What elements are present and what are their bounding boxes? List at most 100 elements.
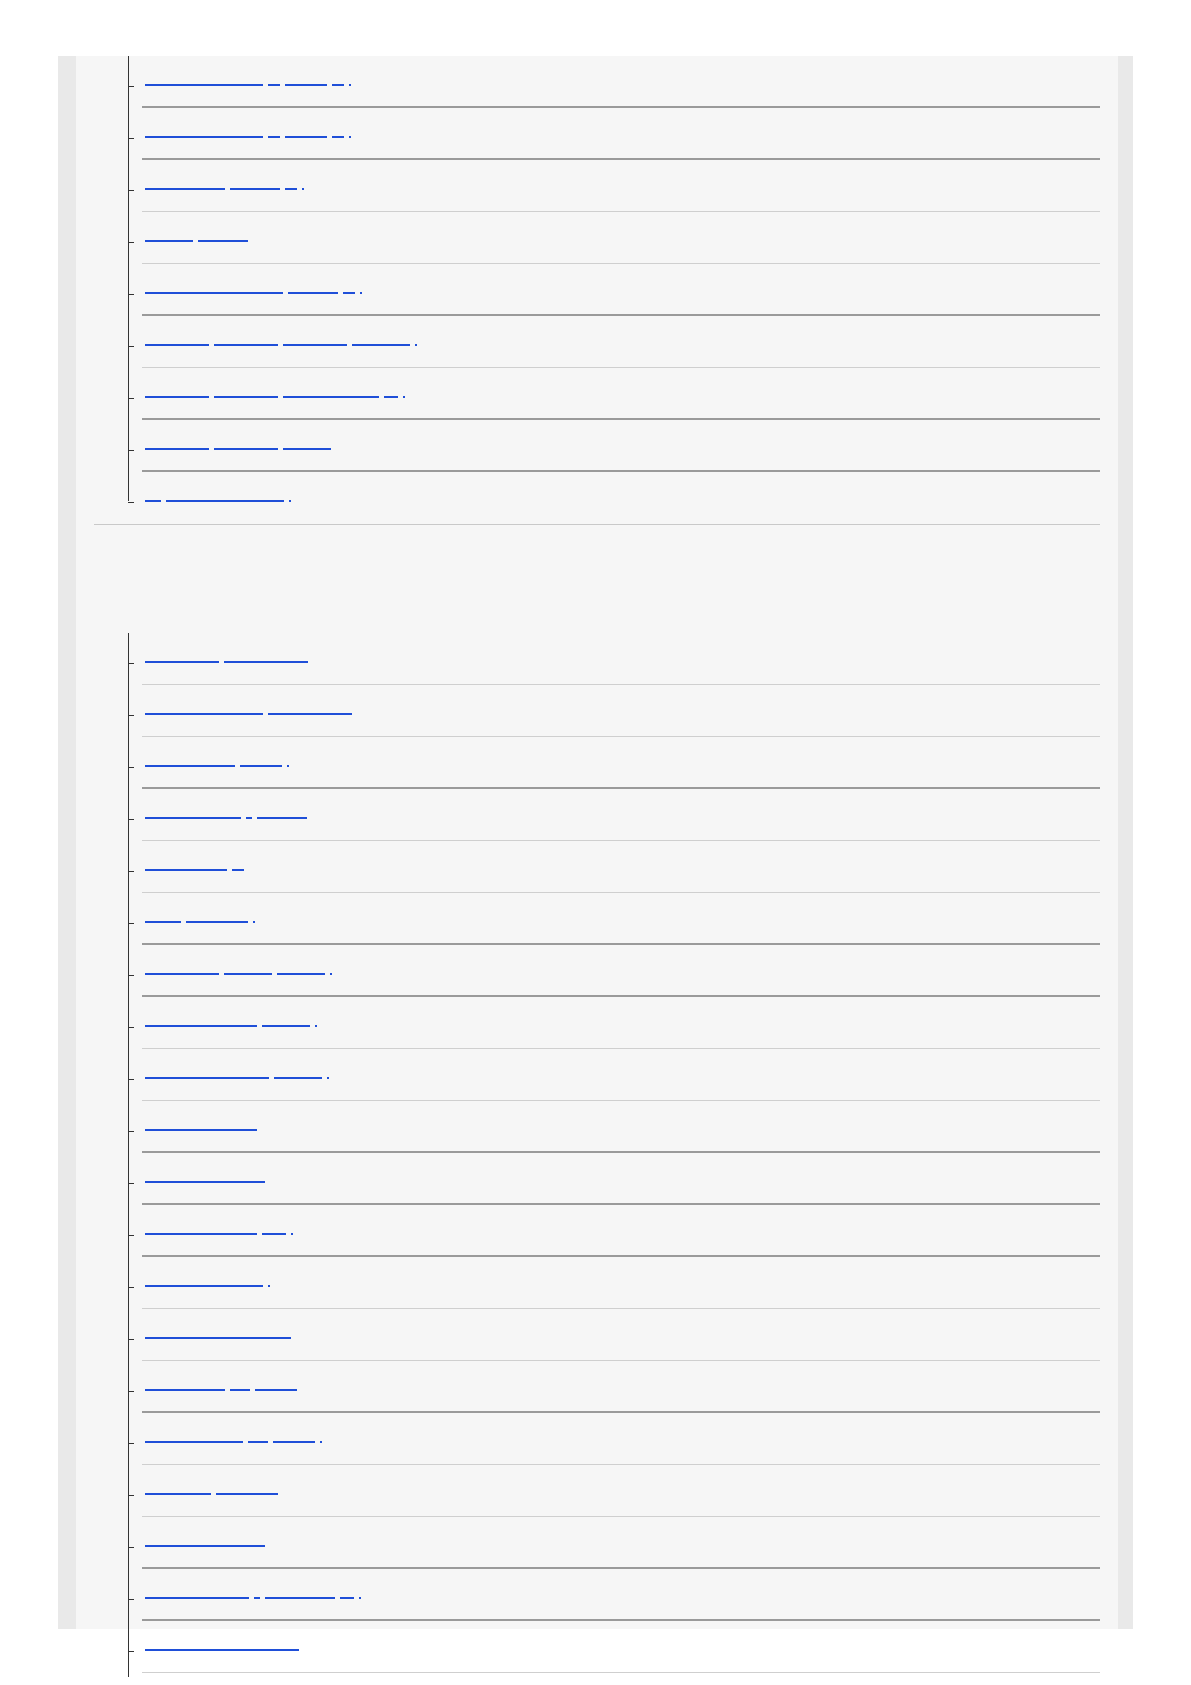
tree-tick <box>128 1443 134 1444</box>
list-item <box>76 685 1118 737</box>
link-underline-segment <box>277 973 325 975</box>
link-period <box>349 84 351 86</box>
link-underline-segment <box>145 1233 257 1235</box>
link-underline-segment <box>216 1493 278 1495</box>
topic-link[interactable] <box>145 808 312 819</box>
link-underline-segment <box>285 136 327 138</box>
link-underline-segment <box>145 1441 243 1443</box>
topic-link[interactable] <box>145 1172 270 1183</box>
link-period <box>415 344 417 346</box>
link-period <box>320 1441 322 1443</box>
topic-link[interactable] <box>145 1016 319 1027</box>
tree-tick <box>128 1183 134 1184</box>
link-underline-segment <box>230 1389 250 1391</box>
tree-tick <box>128 1027 134 1028</box>
tree-tick <box>128 923 134 924</box>
link-underline-segment <box>214 448 278 450</box>
link-period <box>327 1077 329 1079</box>
link-underline-segment <box>268 136 280 138</box>
tree-tick <box>128 1287 134 1288</box>
topic-link[interactable] <box>145 964 334 975</box>
topic-link[interactable] <box>145 1276 272 1287</box>
link-underline-segment <box>283 396 379 398</box>
link-underline-segment <box>262 1233 286 1235</box>
link-period <box>268 1285 270 1287</box>
topic-link[interactable] <box>145 1484 283 1495</box>
tree-tick <box>128 138 134 139</box>
topic-link[interactable] <box>145 1588 363 1599</box>
tree-tick <box>128 1599 134 1600</box>
link-period <box>291 1233 293 1235</box>
topic-link[interactable] <box>145 1120 262 1131</box>
topic-link[interactable] <box>145 1068 331 1079</box>
list-item <box>76 1621 1118 1673</box>
link-period <box>287 765 289 767</box>
topic-link[interactable] <box>145 1328 296 1339</box>
link-period <box>302 188 304 190</box>
link-underline-segment <box>240 765 282 767</box>
topic-link[interactable] <box>145 491 293 502</box>
list-item <box>76 56 1118 108</box>
link-underline-segment <box>145 188 225 190</box>
tree-tick <box>128 975 134 976</box>
topic-link[interactable] <box>145 75 353 86</box>
topic-link[interactable] <box>145 1380 302 1391</box>
link-underline-segment <box>166 500 284 502</box>
topic-link[interactable] <box>145 652 313 663</box>
topic-link[interactable] <box>145 127 353 138</box>
link-underline-segment <box>145 1129 257 1131</box>
link-underline-segment <box>265 1597 335 1599</box>
link-underline-segment <box>332 136 344 138</box>
link-underline-segment <box>145 136 263 138</box>
tree-tick <box>128 1235 134 1236</box>
topic-link[interactable] <box>145 387 407 398</box>
link-period <box>330 973 332 975</box>
tree-tick <box>128 1079 134 1080</box>
link-underline-segment <box>268 84 280 86</box>
link-period <box>315 1025 317 1027</box>
topic-link[interactable] <box>145 704 357 715</box>
link-underline-segment <box>145 1493 211 1495</box>
link-underline-segment <box>145 1597 249 1599</box>
list-item <box>76 212 1118 264</box>
link-underline-segment <box>145 869 227 871</box>
link-underline-segment <box>186 921 248 923</box>
row-divider <box>142 1672 1100 1673</box>
topic-link[interactable] <box>145 179 306 190</box>
list-item <box>76 633 1118 685</box>
link-underline-segment <box>198 240 248 242</box>
list-item <box>76 1205 1118 1257</box>
link-underline-segment <box>145 973 219 975</box>
topic-link[interactable] <box>145 912 257 923</box>
topic-link[interactable] <box>145 1640 304 1651</box>
link-underline-segment <box>214 396 278 398</box>
list-item <box>76 789 1118 841</box>
link-period <box>253 921 255 923</box>
list-item <box>76 1569 1118 1621</box>
link-underline-segment <box>283 344 347 346</box>
link-underline-segment <box>332 84 344 86</box>
link-underline-segment <box>268 713 352 715</box>
topic-link[interactable] <box>145 231 253 242</box>
link-underline-segment <box>145 817 241 819</box>
link-underline-segment <box>246 817 252 819</box>
list-item <box>76 368 1118 420</box>
tree-tick <box>128 1651 134 1652</box>
topic-link[interactable] <box>145 283 364 294</box>
topic-link[interactable] <box>145 335 419 346</box>
topic-link[interactable] <box>145 1224 295 1235</box>
tree-tick <box>128 1547 134 1548</box>
topic-link[interactable] <box>145 756 291 767</box>
link-underline-segment <box>145 1337 291 1339</box>
topic-link[interactable] <box>145 439 336 450</box>
link-underline-segment <box>145 292 283 294</box>
list-item <box>76 945 1118 997</box>
link-underline-segment <box>255 1389 297 1391</box>
topic-link[interactable] <box>145 860 249 871</box>
tree-tick <box>128 294 134 295</box>
topic-link[interactable] <box>145 1432 324 1443</box>
topic-link[interactable] <box>145 1536 270 1547</box>
link-underline-segment <box>145 396 209 398</box>
list-item <box>76 420 1118 472</box>
list-item <box>76 1153 1118 1205</box>
